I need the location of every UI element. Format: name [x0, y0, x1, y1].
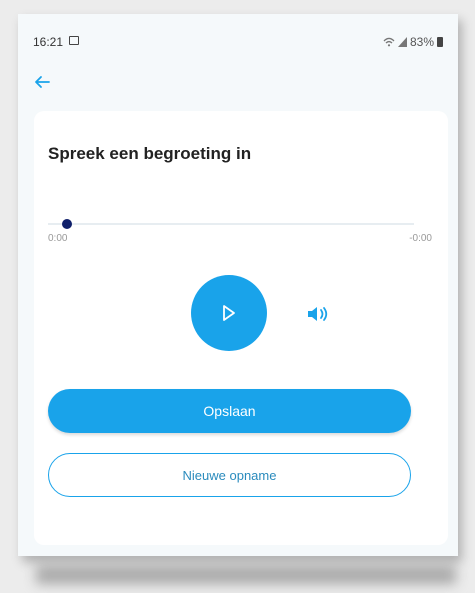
elapsed-time: 0:00 — [48, 233, 68, 244]
drop-shadow — [36, 566, 456, 584]
wifi-icon — [383, 37, 395, 47]
status-indicators: 83% — [383, 35, 443, 49]
new-recording-button[interactable]: Nieuwe opname — [48, 453, 411, 497]
playback-thumb[interactable] — [62, 219, 72, 229]
back-arrow-icon[interactable] — [32, 74, 52, 90]
status-time: 16:21 — [33, 35, 64, 49]
remaining-time: -0:00 — [409, 233, 432, 244]
save-button[interactable]: Opslaan — [48, 389, 411, 433]
play-button[interactable] — [191, 275, 267, 351]
playback-track[interactable] — [48, 223, 414, 225]
image-notification-icon — [69, 36, 79, 45]
speaker-icon[interactable] — [306, 305, 330, 323]
status-bar: 16:21 83% — [33, 32, 443, 52]
greeting-card: Spreek een begroeting in 0:00 -0:00 Opsl… — [34, 111, 448, 545]
play-icon — [223, 305, 235, 321]
battery-percentage: 83% — [409, 35, 434, 49]
phone-screen: 16:21 83% Spreek een begroeting in 0:00 … — [18, 14, 458, 556]
page-title: Spreek een begroeting in — [48, 144, 252, 163]
battery-icon — [437, 37, 443, 47]
signal-icon — [397, 37, 407, 47]
screenshot-frame: 16:21 83% Spreek een begroeting in 0:00 … — [0, 0, 475, 593]
